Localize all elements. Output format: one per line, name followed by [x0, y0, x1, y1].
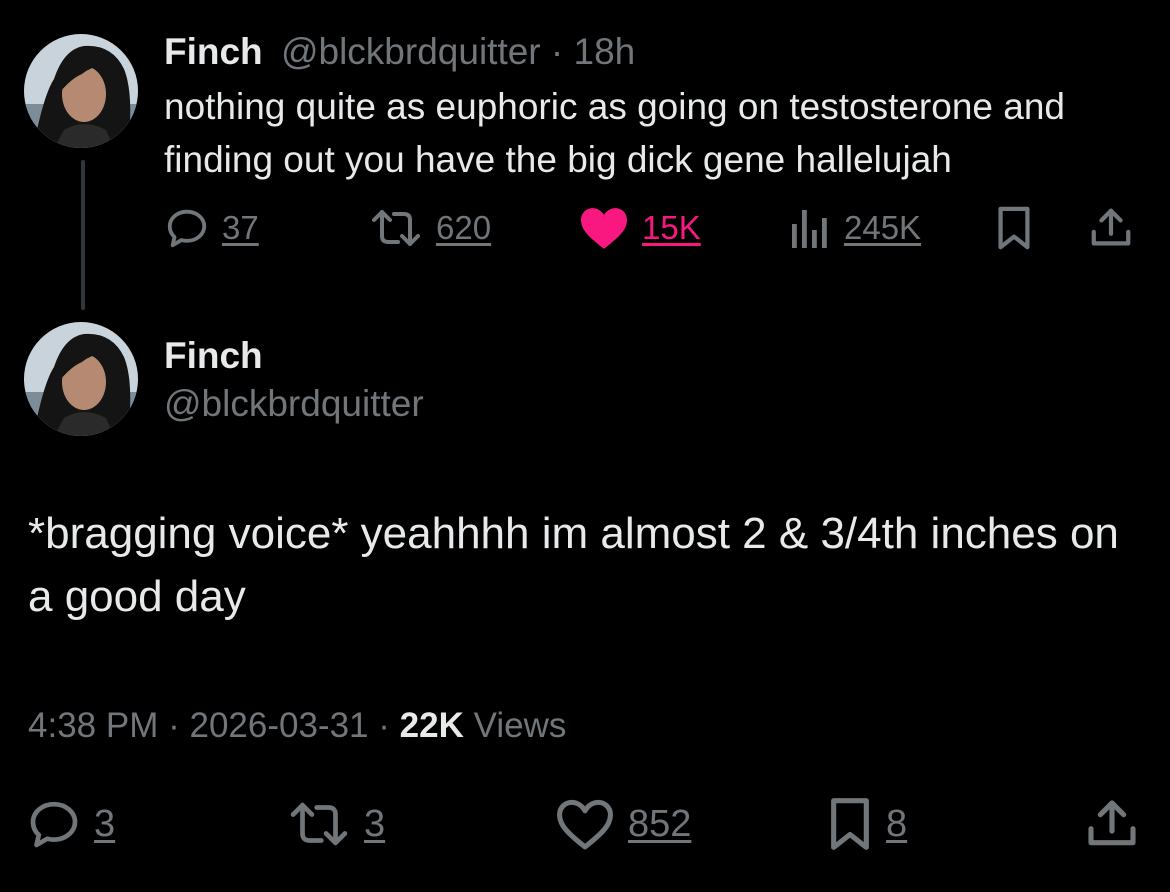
main-time[interactable]: 4:38 PM [28, 706, 158, 745]
parent-reply-button[interactable]: 37 [164, 200, 259, 256]
main-repost-button[interactable]: 3 [286, 794, 385, 854]
main-tweet-text: *bragging voice* yeahhhh im almost 2 & 3… [28, 509, 1119, 621]
main-display-name[interactable]: Finch [164, 334, 263, 378]
avatar-photo [24, 34, 138, 148]
main-bookmark-count: 8 [886, 802, 908, 845]
main-share-button[interactable] [1084, 794, 1140, 854]
parent-reply-count: 37 [222, 209, 259, 246]
parent-tweet-text: nothing quite as euphoric as going on te… [164, 86, 1065, 180]
share-icon [1088, 205, 1134, 251]
meta-separator: · [168, 706, 180, 745]
main-views-count: 22K [399, 706, 464, 745]
parent-like-count: 15K [642, 209, 701, 246]
avatar-parent[interactable] [24, 34, 138, 148]
avatar-photo [24, 322, 138, 436]
repost-icon [368, 205, 424, 251]
main-date[interactable]: 2026-03-31 [189, 706, 368, 745]
parent-share-button[interactable] [1088, 200, 1134, 256]
parent-views-button[interactable]: 245K [788, 200, 921, 256]
main-reply-button[interactable]: 3 [26, 794, 115, 854]
main-repost-count: 3 [364, 802, 386, 845]
parent-repost-count: 620 [436, 209, 492, 246]
parent-display-name[interactable]: Finch [164, 31, 263, 72]
bookmark-icon [826, 796, 874, 852]
main-bookmark-button[interactable]: 8 [826, 794, 907, 854]
heart-filled-icon [578, 205, 630, 251]
avatar-main[interactable] [24, 322, 138, 436]
reply-icon [26, 796, 82, 852]
main-reply-count: 3 [94, 802, 116, 845]
main-handle[interactable]: @blckbrdquitter [164, 382, 424, 426]
repost-icon [286, 796, 352, 852]
main-tweet-meta: 4:38 PM · 2026-03-31 · 22K Views [28, 704, 566, 748]
bookmark-icon [994, 205, 1034, 251]
parent-timestamp[interactable]: 18h [574, 31, 636, 72]
main-action-bar: 3 3 852 8 [0, 794, 1170, 854]
parent-bookmark-button[interactable] [994, 200, 1034, 256]
main-like-button[interactable]: 852 [554, 794, 691, 854]
share-icon [1084, 796, 1140, 852]
parent-like-button[interactable]: 15K [578, 200, 701, 256]
heart-outline-icon [554, 796, 616, 852]
parent-separator: · [550, 31, 564, 72]
reply-icon [164, 205, 210, 251]
parent-views-count: 245K [844, 209, 922, 246]
parent-tweet-header: Finch @blckbrdquitter · 18h [164, 30, 635, 74]
parent-handle[interactable]: @blckbrdquitter [281, 31, 541, 72]
parent-repost-button[interactable]: 620 [368, 200, 491, 256]
parent-action-bar: 37 620 15K 245K [0, 200, 1170, 256]
meta-separator: · [378, 706, 390, 745]
views-icon [788, 205, 832, 251]
main-views-label: Views [473, 706, 567, 745]
main-like-count: 852 [628, 802, 692, 845]
